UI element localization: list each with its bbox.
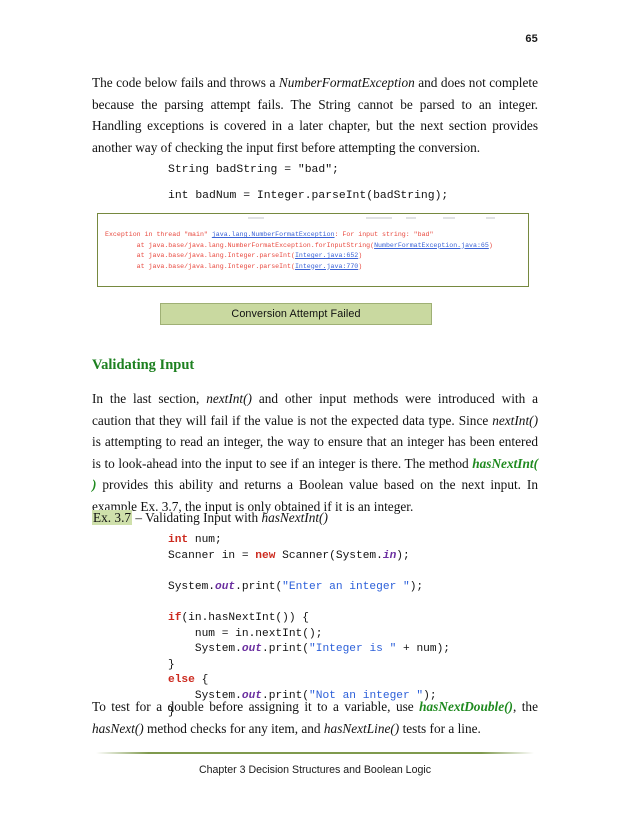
code-text-scanner-b: Scanner(System. [275, 549, 383, 562]
code-keyword-if: if [168, 611, 182, 624]
paragraph-closing-text: To test for a double before assigning it… [92, 696, 538, 739]
code-text-if-condition: (in.hasNextInt()) { [181, 611, 309, 624]
code-text-print-b: .print( [235, 580, 283, 593]
code-line-string-declaration: String badString = "bad"; [168, 164, 339, 176]
code-string-enter-integer: "Enter an integer " [282, 580, 410, 593]
figure-caption-bar: Conversion Attempt Failed [160, 303, 432, 325]
code-keyword-new: new [255, 549, 276, 562]
code-field-system-out-2: out [241, 643, 263, 656]
trace-line-4-prefix: at java.base/java.lang.Integer.parseInt( [105, 262, 295, 270]
paragraph-intro: The code below fails and throws a Number… [92, 72, 538, 158]
code-text-close-brace-1: } [168, 658, 175, 671]
closing-part-1: To test for a double before assigning it… [92, 699, 420, 714]
artifact-mark-1 [248, 217, 264, 219]
code-string-integer-is: "Integer is " [309, 643, 397, 656]
code-field-system-in: in [382, 549, 397, 562]
exception-console-box: Exception in thread "main" java.lang.Num… [97, 213, 529, 287]
example-number-tag: Ex. 3.7 [92, 510, 133, 525]
figure-caption-text: Conversion Attempt Failed [231, 308, 361, 320]
intro-text-part-1: The code below fails and throws a [92, 75, 279, 90]
trace-line-2-suffix: ) [488, 241, 493, 249]
example-label-part-1: – Validating Input with [132, 510, 262, 525]
code-text-assign-nextint: num = in.nextInt(); [168, 627, 323, 640]
artifact-mark-3 [406, 217, 416, 219]
code-text-print-a: System. [168, 580, 215, 593]
console-clipped-artifacts [98, 215, 528, 224]
validating-method-nextint-1: nextInt() [206, 391, 252, 406]
trace-line-1-suffix: : For input string: "bad" [334, 231, 434, 238]
trace-line-3-link[interactable]: Integer.java:652 [295, 252, 358, 259]
trace-line-2-prefix: at java.base/java.lang.NumberFormatExcep… [105, 241, 375, 249]
page-number: 65 [525, 33, 538, 45]
code-field-system-out-1: out [215, 580, 236, 593]
closing-part-2: , the [512, 699, 538, 714]
closing-part-4: tests for a line. [399, 720, 481, 736]
code-text-print-int-b: .print( [262, 643, 310, 656]
closing-method-hasnext: hasNext() [92, 720, 144, 736]
closing-method-hasnextline: hasNextLine() [323, 720, 400, 736]
example-label-text: Ex. 3.7 – Validating Input with hasNextI… [92, 507, 538, 529]
paragraph-validating-input: In the last section, nextInt() and other… [92, 388, 538, 517]
trace-line-4-suffix: ) [358, 262, 363, 270]
code-keyword-int: int [168, 534, 189, 546]
closing-part-3: method checks for any item, and [143, 720, 324, 736]
paragraph-intro-text: The code below fails and throws a Number… [92, 72, 538, 158]
validating-method-nextint-2: nextInt() [492, 412, 538, 428]
trace-line-2-link[interactable]: NumberFormatException.java:65 [374, 242, 489, 249]
paragraph-validating-text: In the last section, nextInt() and other… [92, 388, 538, 517]
trace-line-1-link[interactable]: java.lang.NumberFormatException [212, 231, 335, 238]
exception-stack-trace: Exception in thread "main" java.lang.Num… [105, 230, 493, 272]
artifact-mark-5 [486, 217, 495, 219]
code-text-num-decl: num; [188, 534, 222, 546]
paragraph-closing: To test for a double before assigning it… [92, 696, 538, 739]
footer-chapter-text: Chapter 3 Decision Structures and Boolea… [198, 764, 432, 776]
trace-line-4-link[interactable]: Integer.java:770 [295, 263, 358, 270]
artifact-mark-4 [443, 217, 455, 219]
code-keyword-else: else [168, 674, 195, 687]
trace-line-3-suffix: ) [358, 252, 363, 259]
code-text-else-brace: { [194, 674, 209, 687]
code-text-print-int-c: + num); [396, 643, 451, 656]
code-text-print-c: ); [409, 580, 424, 593]
footer-divider-rule [96, 752, 534, 754]
trace-line-1-prefix: Exception in thread "main" [105, 231, 212, 238]
example-label: Ex. 3.7 – Validating Input with hasNextI… [92, 507, 538, 529]
trace-line-3-prefix: at java.base/java.lang.Integer.parseInt( [105, 252, 295, 259]
section-heading-validating-input: Validating Input [92, 357, 195, 373]
intro-exception-name: NumberFormatException [278, 75, 415, 90]
code-text-scanner-c: ); [396, 549, 410, 562]
code-line-parseint-call: int badNum = Integer.parseInt(badString)… [168, 190, 449, 202]
artifact-mark-2 [366, 217, 392, 219]
java-code-block-hasnextint: int num; Scanner in = new Scanner(System… [168, 533, 450, 720]
example-label-method: hasNextInt() [261, 510, 328, 525]
validating-part-1: In the last section, [92, 391, 207, 406]
code-text-print-int-a: System. [168, 643, 242, 656]
closing-method-hasnextdouble: hasNextDouble() [419, 699, 513, 714]
document-page: 65 The code below fails and throws a Num… [0, 0, 630, 815]
code-text-scanner-a: Scanner in = [168, 549, 256, 562]
